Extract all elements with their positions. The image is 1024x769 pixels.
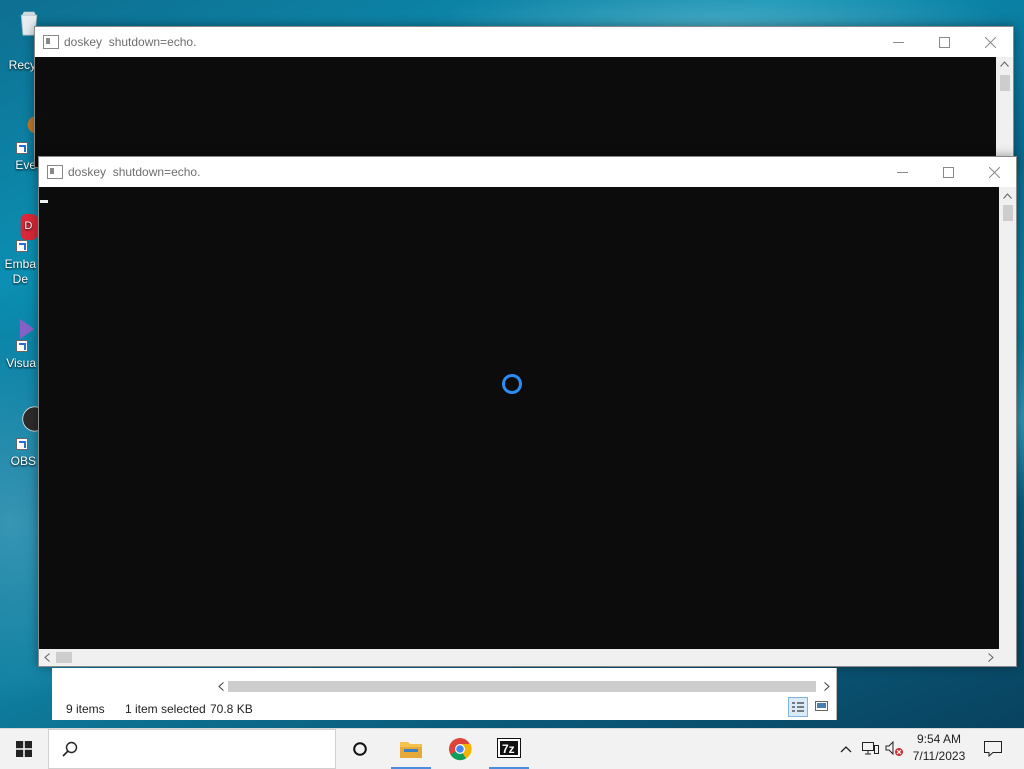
console-app-icon (47, 165, 63, 179)
shortcut-arrow-icon (16, 340, 28, 352)
minimize-icon (897, 172, 908, 173)
chevron-up-icon (840, 746, 852, 753)
scroll-left-icon (218, 682, 224, 691)
maximize-button[interactable] (921, 27, 967, 57)
console-text-area[interactable] (39, 187, 999, 649)
taskbar-chrome[interactable] (440, 729, 480, 769)
action-center-button[interactable] (978, 729, 1008, 769)
shortcut-arrow-icon (16, 438, 28, 450)
scroll-right-icon (988, 653, 994, 662)
show-hidden-icons-button[interactable] (838, 739, 854, 759)
minimize-button[interactable] (879, 157, 925, 187)
scrollbar-thumb[interactable] (228, 681, 816, 692)
desktop-icon-label: Visua (6, 356, 36, 370)
items-count: 9 items (66, 702, 105, 716)
large-icons-view-button[interactable] (812, 697, 832, 717)
scroll-right-icon (824, 682, 830, 691)
desktop-icon-label: Emba (4, 257, 36, 271)
status-bar: 9 items 1 item selected 70.8 KB (52, 696, 836, 720)
clock-time: 9:54 AM (916, 732, 962, 746)
network-icon (862, 742, 879, 755)
details-view-button[interactable] (788, 697, 808, 717)
volume-muted-icon (885, 741, 903, 756)
volume-tray-button[interactable] (884, 739, 904, 759)
taskbar-clock[interactable]: 9:54 AM 7/11/2023 (904, 731, 974, 765)
scrollbar-thumb[interactable] (1000, 75, 1010, 91)
chrome-icon (449, 738, 472, 761)
horizontal-scrollbar[interactable] (39, 649, 1016, 666)
taskbar-file-explorer[interactable] (391, 729, 431, 769)
scroll-left-icon (44, 653, 50, 662)
window-title: doskey shutdown=echo. (68, 165, 201, 179)
scroll-up-icon (1000, 61, 1009, 67)
7zip-icon: 7z (497, 738, 521, 758)
search-icon (62, 741, 78, 757)
console-app-icon (43, 35, 59, 49)
close-icon (989, 167, 1000, 178)
text-cursor (40, 200, 48, 203)
vertical-scrollbar[interactable] (999, 187, 1016, 649)
desktop-icon-label-line2: De (12, 272, 28, 286)
svg-text:D: D (24, 220, 32, 232)
taskbar: 7z 9:54 AM 7/11/2023 (0, 728, 1024, 769)
selection-status: 1 item selected (125, 702, 206, 716)
network-tray-button[interactable] (860, 739, 880, 759)
large-icons-view-icon (815, 701, 828, 711)
obs-icon (22, 406, 38, 432)
details-view-icon (792, 702, 804, 712)
desktop-icon-label: OBS (10, 454, 36, 468)
notification-icon (984, 741, 1002, 757)
scrollbar-thumb[interactable] (56, 652, 72, 663)
desktop-icon-label: Recy (8, 58, 36, 72)
loading-spinner-icon (502, 374, 522, 394)
desktop-icon-embarcadero[interactable]: D Emba De (0, 210, 38, 290)
clock-date: 7/11/2023 (912, 749, 966, 763)
vertical-scrollbar[interactable] (996, 57, 1013, 167)
console-window-front[interactable]: doskey shutdown=echo. (38, 156, 1017, 667)
shortcut-arrow-icon (16, 142, 28, 154)
close-icon (985, 37, 996, 48)
minimize-icon (893, 42, 904, 43)
maximize-icon (943, 167, 954, 178)
desktop-icon-eve[interactable]: Eve (0, 110, 44, 180)
cortana-circle-icon (353, 742, 367, 756)
file-explorer-window[interactable]: 9 items 1 item selected 70.8 KB (52, 668, 837, 720)
desktop-icon-recycle-bin[interactable]: Recy (0, 6, 38, 76)
selection-size: 70.8 KB (210, 702, 253, 716)
desktop-icon-obs[interactable]: OBS (0, 406, 38, 476)
window-title: doskey shutdown=echo. (64, 35, 197, 49)
taskbar-search-box[interactable] (48, 729, 336, 769)
scroll-up-icon (1003, 193, 1012, 199)
desktop-icon-label: Eve (15, 158, 36, 172)
shortcut-arrow-icon (16, 240, 28, 252)
console-window-back[interactable]: doskey shutdown=echo. (34, 26, 1014, 168)
title-bar[interactable]: doskey shutdown=echo. (39, 157, 1016, 187)
maximize-icon (939, 37, 950, 48)
cortana-button[interactable] (340, 729, 380, 769)
taskbar-7zip[interactable]: 7z (489, 729, 529, 769)
start-button[interactable] (0, 729, 48, 769)
horizontal-scrollbar[interactable] (214, 678, 834, 694)
scrollbar-thumb[interactable] (1003, 205, 1013, 221)
svg-text:7z: 7z (502, 742, 515, 756)
windows-logo-icon (16, 741, 32, 757)
minimize-button[interactable] (875, 27, 921, 57)
visual-studio-icon (19, 318, 35, 340)
desktop-icon-visual-studio[interactable]: Visua (0, 312, 36, 382)
embarcadero-icon: D (20, 214, 38, 240)
file-explorer-icon (400, 742, 422, 758)
title-bar[interactable]: doskey shutdown=echo. (35, 27, 1013, 57)
maximize-button[interactable] (925, 157, 971, 187)
close-button[interactable] (971, 157, 1017, 187)
close-button[interactable] (967, 27, 1013, 57)
